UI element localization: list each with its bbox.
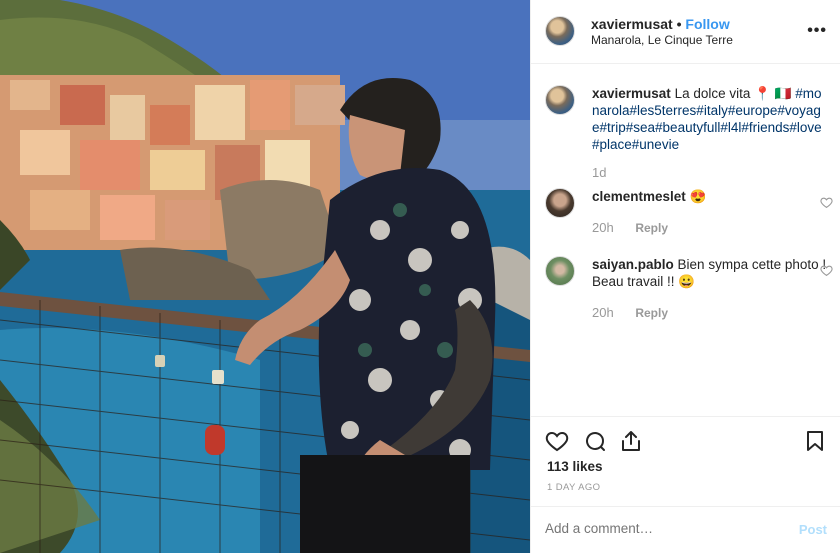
post-side-panel: xaviermusat • Follow Manarola, Le Cinque… [530, 0, 840, 553]
comment-age: 20h [592, 305, 614, 320]
reply-button[interactable]: Reply [635, 221, 668, 235]
comment-icon[interactable] [583, 429, 607, 453]
location-link[interactable]: Manarola, Le Cinque Terre [591, 33, 733, 47]
add-comment-input[interactable] [545, 521, 775, 536]
post-photo[interactable] [0, 0, 530, 553]
add-comment-bar: Post [531, 506, 840, 553]
likes-count[interactable]: 113 likes [547, 459, 603, 474]
follow-button[interactable]: Follow [685, 16, 729, 32]
caption-text: La dolce vita 📍 🇮🇹 [674, 86, 792, 101]
reply-button[interactable]: Reply [635, 306, 668, 320]
action-bar: 113 likes 1 DAY AGO [531, 416, 840, 506]
comment-age: 20h [592, 220, 614, 235]
share-icon[interactable] [619, 429, 643, 453]
comment-body: clementmeslet 😍 [592, 188, 827, 205]
more-options-icon[interactable]: ••• [807, 22, 827, 40]
commenter-avatar[interactable] [545, 188, 575, 218]
post-date: 1 DAY AGO [547, 482, 601, 493]
comment-body: saiyan.pablo Bien sympa cette photo ! Be… [592, 256, 827, 290]
comment-meta: 20h Reply [592, 220, 668, 235]
caption-age: 1d [592, 165, 607, 180]
comment-username[interactable]: saiyan.pablo [592, 257, 674, 272]
caption-username[interactable]: xaviermusat [592, 86, 671, 101]
small-heart-icon[interactable] [820, 264, 833, 277]
small-heart-icon[interactable] [820, 196, 833, 209]
author-avatar[interactable] [545, 16, 575, 46]
caption-avatar[interactable] [545, 85, 575, 115]
post-header: xaviermusat • Follow Manarola, Le Cinque… [531, 0, 840, 64]
comment-text: 😍 [689, 189, 707, 204]
photo-scene [0, 0, 530, 553]
caption-body: xaviermusat La dolce vita 📍 🇮🇹 #monarola… [592, 85, 827, 153]
commenter-avatar[interactable] [545, 256, 575, 286]
heart-icon[interactable] [545, 429, 569, 453]
post-comment-button[interactable]: Post [799, 522, 827, 537]
comment-username[interactable]: clementmeslet [592, 189, 686, 204]
comment-meta: 20h Reply [592, 305, 668, 320]
author-username[interactable]: xaviermusat [591, 16, 673, 32]
instagram-post: xaviermusat • Follow Manarola, Le Cinque… [0, 0, 840, 553]
author-line: xaviermusat • Follow [591, 16, 730, 32]
comments-list: xaviermusat La dolce vita 📍 🇮🇹 #monarola… [531, 64, 840, 416]
bookmark-icon[interactable] [803, 429, 827, 453]
